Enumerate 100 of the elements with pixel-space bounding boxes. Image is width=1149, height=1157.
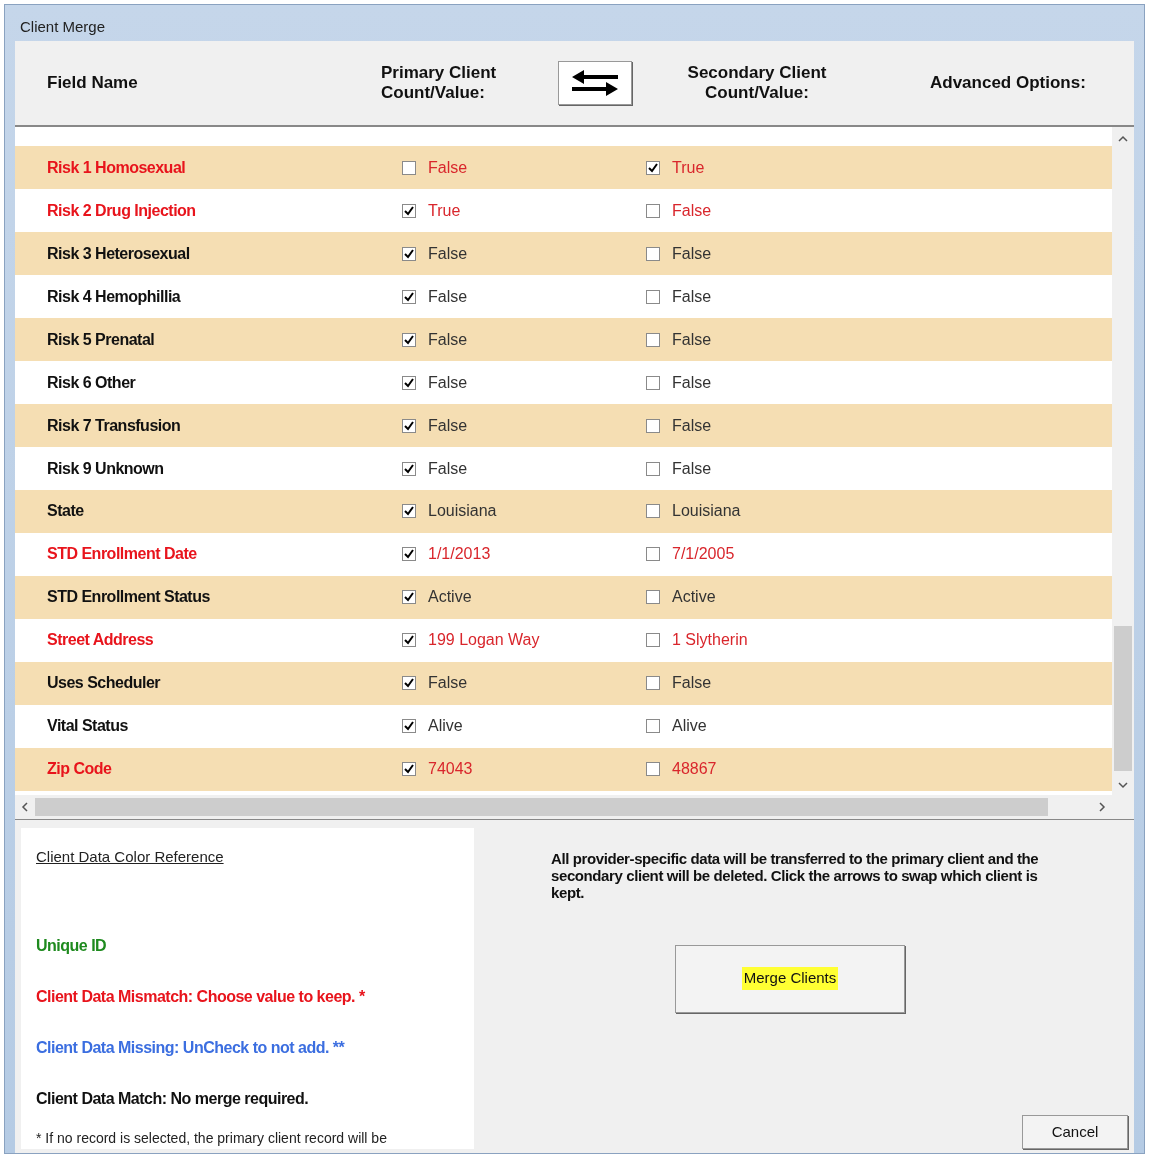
checked-checkbox[interactable]: [402, 246, 416, 261]
field-name: Risk 6 Other: [47, 372, 137, 393]
checkbox[interactable]: [646, 590, 660, 605]
legend-item: Client Data Match: No merge required.: [36, 1089, 310, 1109]
checked-checkbox[interactable]: [402, 633, 416, 648]
secondary-value: Louisiana: [672, 501, 741, 522]
checkbox[interactable]: [646, 332, 660, 347]
window-title: Client Merge: [20, 16, 106, 37]
secondary-value: 1 Slytherin: [672, 630, 748, 651]
checked-checkbox[interactable]: [402, 676, 416, 691]
checkbox[interactable]: [646, 289, 660, 304]
secondary-value: 48867: [672, 759, 717, 780]
column-header: Advanced Options:: [930, 72, 1086, 95]
checkbox[interactable]: [646, 203, 660, 218]
merge-clients-button[interactable]: Merge Clients: [675, 944, 905, 1013]
checkbox[interactable]: [646, 246, 660, 261]
checked-checkbox[interactable]: [402, 461, 416, 476]
secondary-value: False: [672, 286, 712, 307]
checked-checkbox[interactable]: [402, 418, 416, 433]
checkbox[interactable]: [646, 418, 660, 433]
legend-item: Client Data Missing: UnCheck to not add. **: [36, 1038, 346, 1058]
primary-value: False: [428, 673, 469, 694]
table-row[interactable]: Uses Scheduler False False: [15, 661, 1112, 705]
secondary-value: 7/1/2005: [672, 544, 735, 565]
primary-value: False: [428, 286, 469, 307]
primary-value: False: [428, 372, 469, 393]
field-name: Risk 5 Prenatal: [47, 329, 156, 350]
checkbox[interactable]: [646, 762, 660, 777]
field-name: Risk 2 Drug Injection: [47, 200, 197, 221]
column-header: Field Name: [47, 72, 139, 95]
field-name: Risk 9 Unknown: [47, 458, 165, 479]
primary-value: 199 Logan Way: [428, 630, 541, 651]
checked-checkbox[interactable]: [402, 504, 416, 519]
primary-value: False: [428, 157, 469, 178]
secondary-value: Alive: [672, 716, 707, 737]
primary-value: False: [428, 243, 469, 264]
vertical-scrollbar[interactable]: [1112, 126, 1134, 819]
primary-value: False: [428, 458, 469, 479]
primary-value: False: [428, 415, 469, 436]
checked-checkbox[interactable]: [402, 719, 416, 734]
checked-checkbox[interactable]: [646, 160, 660, 175]
info-text: All provider-specific data will be transferred to the primary client and the secondary client will be deleted. Click the arrows to swap which client is kept.: [551, 849, 1040, 901]
field-name: State: [47, 501, 85, 522]
legend-item: Unique ID: [36, 936, 108, 956]
checkbox[interactable]: [646, 461, 660, 476]
checked-checkbox[interactable]: [402, 547, 416, 562]
field-name: Uses Scheduler: [47, 673, 162, 694]
checked-checkbox[interactable]: [402, 203, 416, 218]
secondary-value: False: [672, 329, 712, 350]
field-name: Street Address: [47, 630, 155, 651]
checked-checkbox[interactable]: [402, 590, 416, 605]
checked-checkbox[interactable]: [402, 375, 416, 390]
secondary-value: False: [672, 415, 712, 436]
table-row[interactable]: Risk 1 Homosexual False True: [15, 146, 1112, 190]
field-name: Zip Code: [47, 759, 113, 780]
primary-value: 1/1/2013: [428, 544, 492, 565]
legend-item: Client Data Mismatch: Choose value to keep. *: [36, 987, 366, 1007]
checkbox[interactable]: [646, 633, 660, 648]
secondary-value: False: [672, 243, 712, 264]
table-row[interactable]: Risk 3 Heterosexual False False: [15, 232, 1112, 276]
checkbox[interactable]: [646, 504, 660, 519]
field-name: Vital Status: [47, 716, 129, 737]
checkbox[interactable]: [646, 676, 660, 691]
field-name: Risk 4 Hemophillia: [47, 286, 182, 307]
checked-checkbox[interactable]: [402, 762, 416, 777]
table-row[interactable]: STD Enrollment Status Active Active: [15, 575, 1112, 619]
checkbox[interactable]: [646, 719, 660, 734]
field-name: Risk 3 Heterosexual: [47, 243, 191, 264]
secondary-value: False: [672, 372, 712, 393]
primary-value: False: [428, 329, 469, 350]
table-row[interactable]: Risk 7 Transfusion False False: [15, 404, 1112, 448]
field-name: STD Enrollment Status: [47, 587, 211, 608]
scrollbar-thumb[interactable]: [1114, 625, 1132, 771]
checked-checkbox[interactable]: [402, 332, 416, 347]
checkbox[interactable]: [646, 547, 660, 562]
column-header: Primary Client Count/Value:: [381, 62, 498, 103]
secondary-value: Active: [672, 587, 716, 608]
secondary-value: False: [672, 200, 712, 221]
table-row[interactable]: Risk 5 Prenatal False False: [15, 318, 1112, 362]
footnote: * If no record is selected, the primary client record will be: [36, 1129, 388, 1148]
cancel-button[interactable]: Cancel: [1022, 1115, 1128, 1149]
field-name: STD Enrollment Date: [47, 544, 198, 565]
checkbox[interactable]: [646, 375, 660, 390]
secondary-value: False: [672, 458, 712, 479]
primary-value: Alive: [428, 716, 464, 737]
field-name: Risk 1 Homosexual: [47, 157, 187, 178]
primary-value: True: [428, 200, 462, 221]
primary-value: Louisiana: [428, 501, 498, 522]
field-name: Risk 7 Transfusion: [47, 415, 182, 436]
checked-checkbox[interactable]: [402, 289, 416, 304]
horizontal-scrollbar[interactable]: [15, 794, 1112, 819]
swap-arrows-icon: [570, 67, 620, 98]
table-row[interactable]: Zip Code 74043 48867: [15, 747, 1112, 791]
swap-button[interactable]: [558, 60, 632, 105]
secondary-value: False: [672, 673, 712, 694]
checkbox[interactable]: [402, 160, 416, 175]
table-row[interactable]: State Louisiana Louisiana: [15, 489, 1112, 533]
secondary-value: True: [672, 157, 705, 178]
column-header: Secondary Client Count/Value:: [686, 62, 828, 103]
scrollbar-thumb[interactable]: [35, 797, 1048, 816]
